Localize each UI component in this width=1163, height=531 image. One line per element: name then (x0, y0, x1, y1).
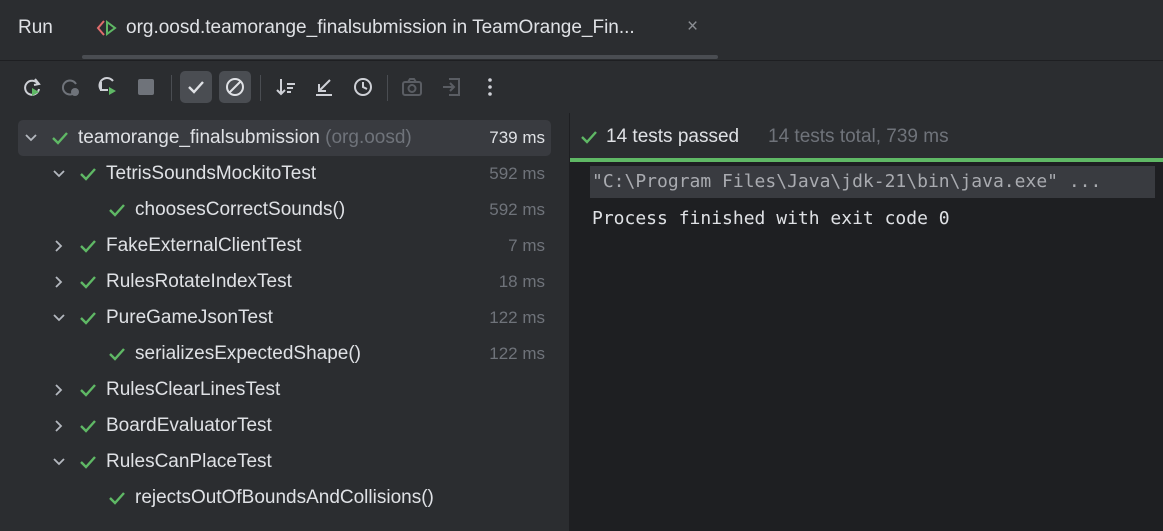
tests-total-label: 14 tests total, 739 ms (768, 126, 949, 147)
stop-icon (138, 79, 154, 95)
check-icon (108, 201, 126, 219)
test-duration: 7 ms (508, 236, 545, 255)
chevron-down-icon[interactable] (52, 167, 66, 181)
tree-row[interactable]: serializesExpectedShape() 122 ms (18, 336, 551, 372)
show-ignored-button[interactable] (219, 71, 251, 103)
check-icon (79, 309, 97, 327)
active-tab-indicator (82, 55, 718, 59)
more-icon (488, 78, 492, 96)
toolbar-separator (260, 75, 261, 101)
check-icon (79, 453, 97, 471)
test-duration: 122 ms (489, 308, 545, 327)
check-icon (79, 381, 97, 399)
rerun-failed-button[interactable] (54, 71, 86, 103)
show-ignored-icon (226, 78, 244, 96)
chevron-right-icon[interactable] (52, 275, 66, 289)
check-icon (79, 165, 97, 183)
history-button[interactable] (347, 71, 379, 103)
check-icon (79, 237, 97, 255)
chevron-right-icon[interactable] (52, 239, 66, 253)
toolbar-separator (387, 75, 388, 101)
test-name: choosesCorrectSounds() (135, 199, 346, 220)
test-duration: 592 ms (489, 200, 545, 219)
test-duration: 122 ms (489, 344, 545, 363)
history-icon (354, 78, 372, 96)
tree-row[interactable]: TetrisSoundsMockitoTest 592 ms (18, 156, 551, 192)
tree-row[interactable]: RulesRotateIndexTest 18 ms (18, 264, 551, 300)
rerun-button[interactable] (16, 71, 48, 103)
rerun-failed-icon (62, 79, 79, 96)
rerun-icon (24, 78, 41, 96)
toolbar-separator (171, 75, 172, 101)
screenshot-icon (402, 78, 422, 96)
show-passed-button[interactable] (180, 71, 212, 103)
test-name: RulesCanPlaceTest (106, 451, 272, 472)
tree-row-root[interactable]: teamorange_finalsubmission (org.oosd) 73… (18, 120, 551, 156)
test-name: serializesExpectedShape() (135, 343, 362, 364)
stop-button[interactable] (130, 71, 162, 103)
test-name: FakeExternalClientTest (106, 235, 302, 256)
tree-row[interactable]: RulesClearLinesTest (18, 372, 551, 408)
check-icon (79, 273, 97, 291)
tree-row[interactable]: RulesCanPlaceTest (18, 444, 551, 480)
toggle-auto-test-button[interactable] (92, 71, 124, 103)
run-tab[interactable]: org.oosd.teamorange_finalsubmission in T… (96, 17, 635, 39)
test-name: BoardEvaluatorTest (106, 415, 272, 436)
console-command-line[interactable]: "C:\Program Files\Java\jdk-21\bin\java.e… (590, 166, 1155, 198)
export-icon (443, 78, 460, 96)
tree-row[interactable]: FakeExternalClientTest 7 ms (18, 228, 551, 264)
run-toolbar (0, 61, 1163, 113)
test-duration: 592 ms (489, 164, 545, 183)
test-duration: 18 ms (498, 272, 545, 291)
chevron-right-icon[interactable] (52, 419, 66, 433)
screenshot-button[interactable] (396, 71, 428, 103)
tree-row[interactable]: PureGameJsonTest 122 ms (18, 300, 551, 336)
test-package: (org.oosd) (325, 127, 412, 148)
check-icon (79, 417, 97, 435)
check-icon (108, 345, 126, 363)
collapse-all-button[interactable] (308, 71, 340, 103)
run-config-icon (96, 20, 117, 36)
more-button[interactable] (474, 71, 506, 103)
chevron-right-icon[interactable] (52, 383, 66, 397)
chevron-down-icon[interactable] (52, 311, 66, 325)
chevron-down-icon[interactable] (52, 455, 66, 469)
sort-button[interactable] (270, 71, 302, 103)
tree-row[interactable]: rejectsOutOfBoundsAndCollisions() (18, 480, 551, 516)
console-exit-line: Process finished with exit code 0 (592, 208, 950, 229)
tree-row[interactable]: choosesCorrectSounds() 592 ms (18, 192, 551, 228)
test-name: teamorange_finalsubmission (78, 127, 320, 148)
close-tab-icon[interactable]: × (687, 16, 698, 38)
check-icon (108, 489, 126, 507)
test-duration: 739 ms (489, 128, 545, 147)
collapse-all-icon (316, 79, 332, 96)
test-name: TetrisSoundsMockitoTest (106, 163, 317, 184)
test-progress-bar (570, 158, 1163, 162)
test-name: PureGameJsonTest (106, 307, 273, 328)
show-passed-icon (188, 81, 204, 94)
tool-window-header: Run org.oosd.teamorange_finalsubmission … (0, 0, 1163, 61)
tree-row[interactable]: BoardEvaluatorTest (18, 408, 551, 444)
check-icon (580, 128, 598, 146)
console-pane: 14 tests passed 14 tests total, 739 ms "… (570, 113, 1163, 531)
toggle-auto-test-icon (98, 77, 116, 95)
tool-window-title: Run (18, 17, 53, 38)
tests-passed-label: 14 tests passed (606, 126, 740, 147)
test-name: RulesClearLinesTest (106, 379, 281, 400)
test-name: rejectsOutOfBoundsAndCollisions() (135, 487, 434, 508)
export-button[interactable] (436, 71, 468, 103)
test-tree: teamorange_finalsubmission (org.oosd) 73… (0, 113, 569, 531)
check-icon (51, 129, 69, 147)
run-tab-label: org.oosd.teamorange_finalsubmission in T… (126, 17, 635, 38)
test-status-bar: 14 tests passed 14 tests total, 739 ms (570, 113, 1163, 162)
sort-icon (276, 79, 295, 96)
test-name: RulesRotateIndexTest (106, 271, 292, 292)
chevron-down-icon[interactable] (24, 131, 38, 145)
